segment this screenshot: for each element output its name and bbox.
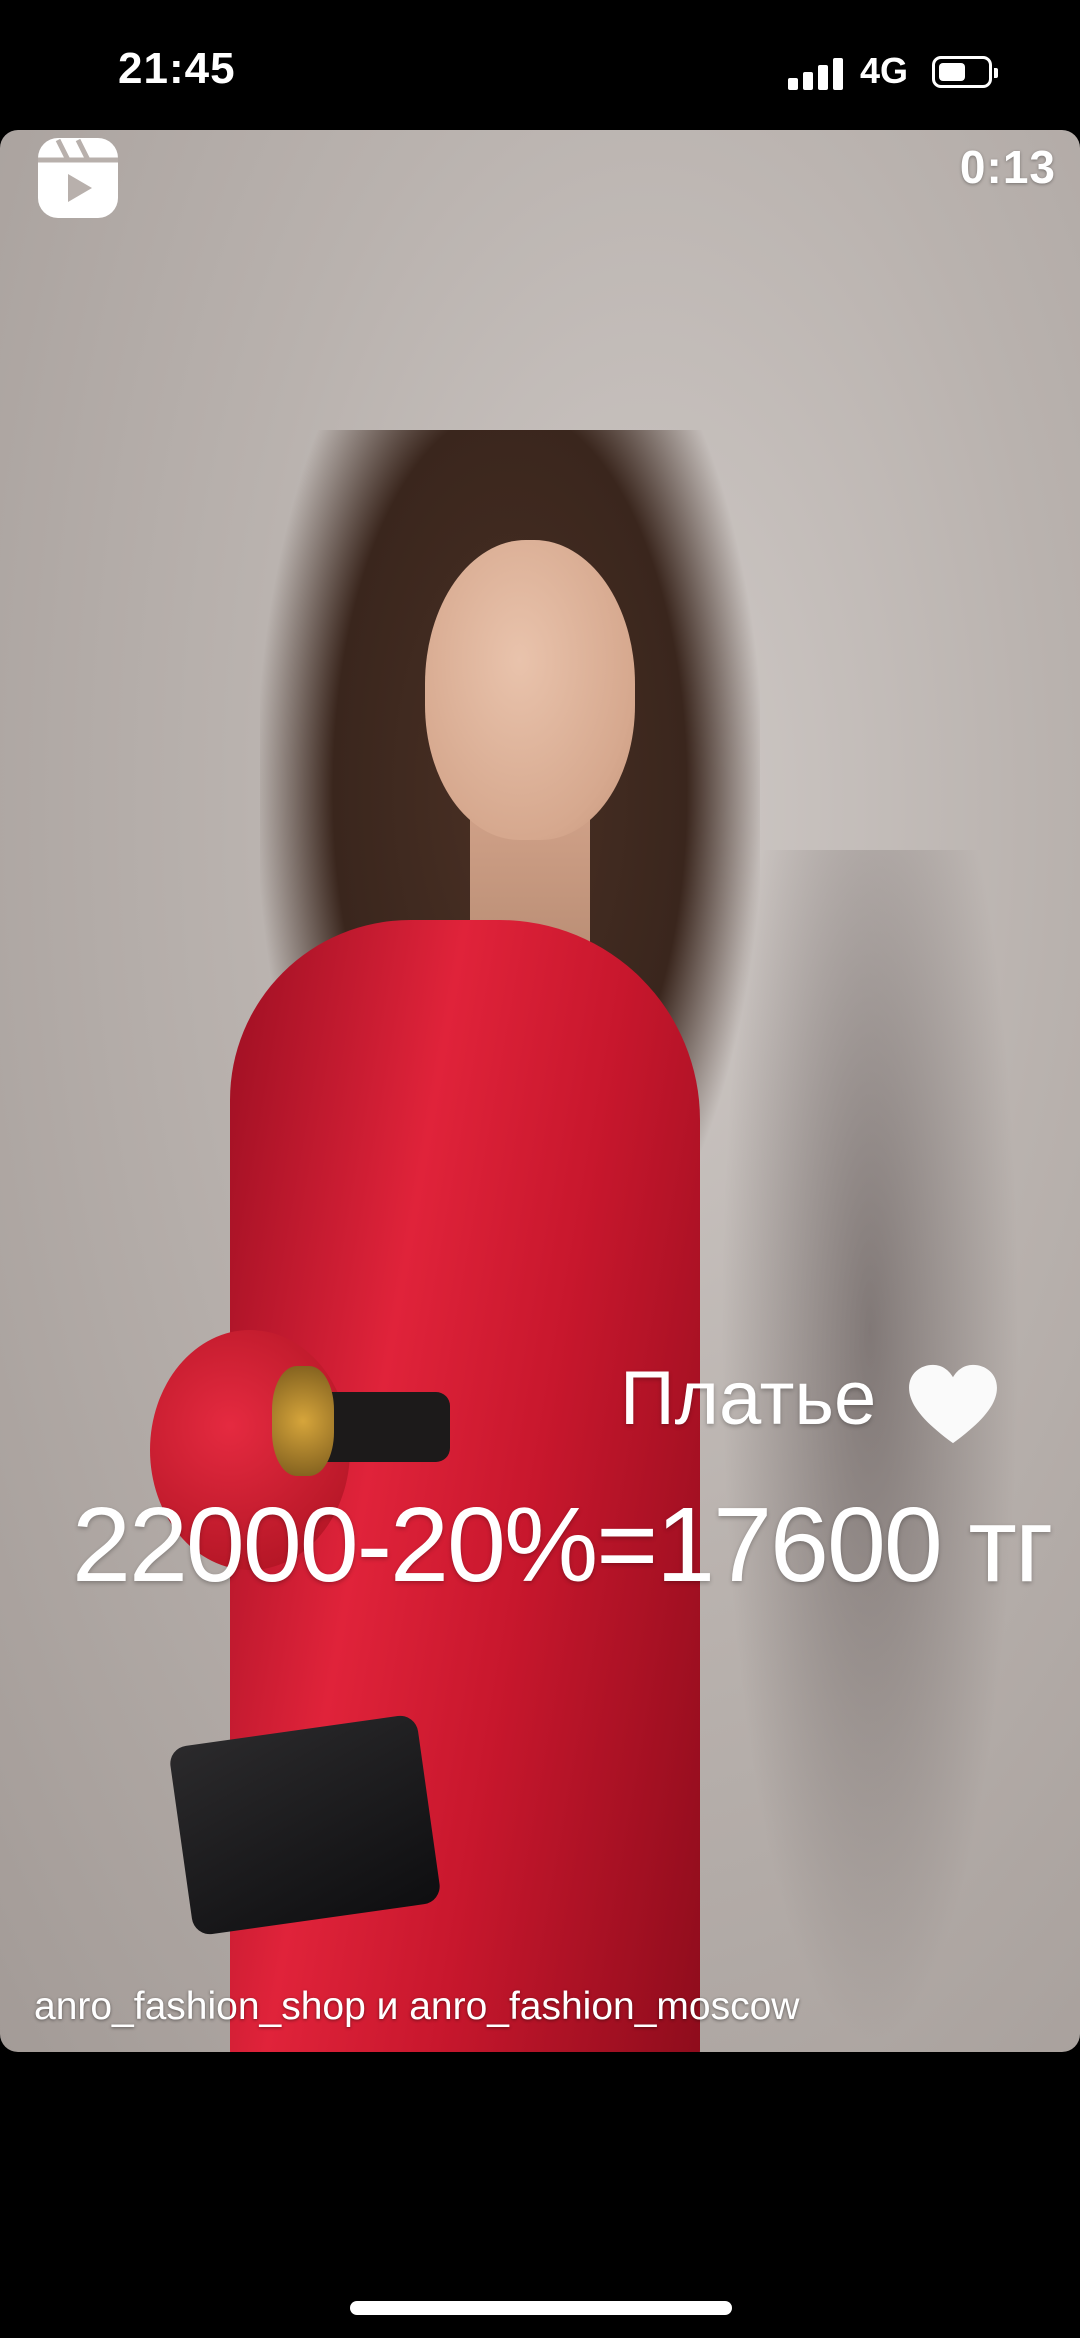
home-indicator[interactable] — [350, 2301, 732, 2315]
black-clutch-bag — [167, 1713, 443, 1937]
model-face — [425, 540, 635, 840]
caption-price: 22000-20%=17600 тг — [72, 1486, 1054, 1604]
wall-shadow — [720, 850, 1020, 2050]
reels-icon[interactable] — [34, 134, 122, 222]
white-heart-icon — [909, 1364, 998, 1444]
status-bar: 21:45 4G — [0, 0, 1080, 130]
status-time: 21:45 — [118, 44, 236, 93]
cellular-signal-icon — [788, 58, 844, 90]
battery-icon — [932, 56, 998, 88]
caption-product-text: Платье — [620, 1356, 877, 1441]
network-type: 4G — [860, 50, 909, 91]
gold-buckle — [272, 1366, 334, 1476]
reel-video[interactable]: 0:13 Платье 22000-20%=17600 тг anro_fash… — [0, 130, 1080, 2052]
video-timer: 0:13 — [959, 141, 1056, 193]
credits-text[interactable]: anro_fashion_shop и anro_fashion_moscow — [34, 1985, 799, 2029]
caption-product: Платье — [620, 1355, 1001, 1447]
